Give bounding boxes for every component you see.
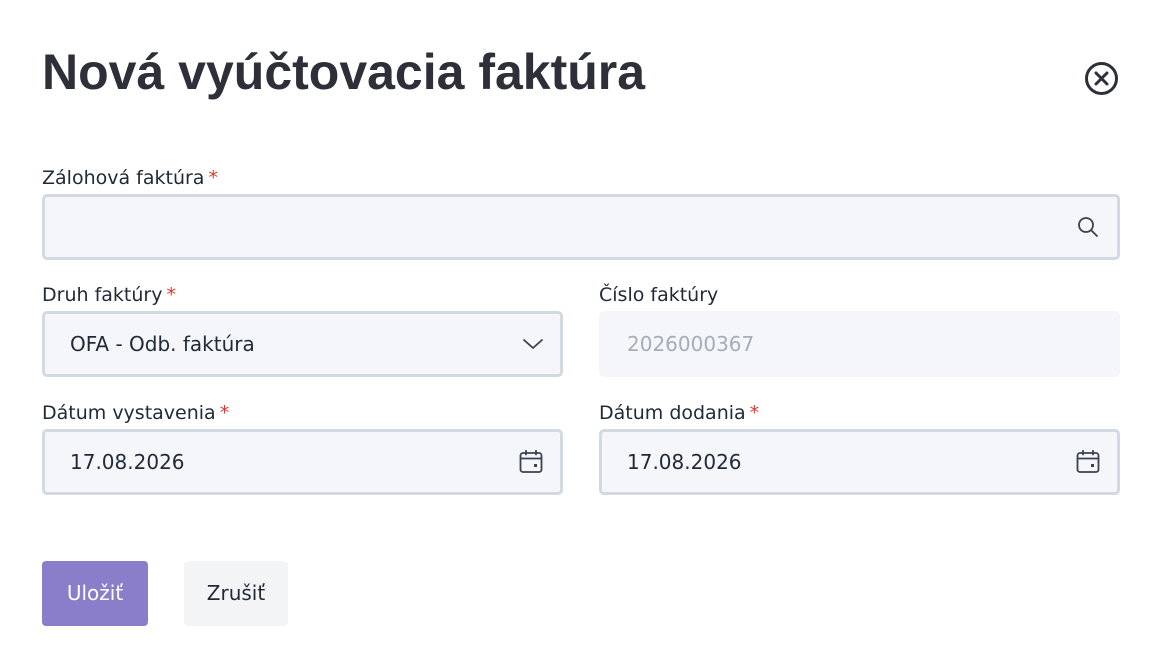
- delivery-date-label: Dátum dodania *: [599, 402, 759, 424]
- delivery-date-input[interactable]: 17.08.2026: [599, 429, 1120, 495]
- save-button[interactable]: Uložiť: [42, 561, 148, 626]
- invoice-type-label: Druh faktúry *: [42, 284, 176, 306]
- delivery-date-label-text: Dátum dodania: [599, 402, 746, 424]
- advance-invoice-label-text: Zálohová faktúra: [42, 167, 205, 189]
- required-mark: *: [749, 402, 760, 424]
- delivery-date-value: 17.08.2026: [627, 450, 742, 474]
- issue-date-input[interactable]: 17.08.2026: [42, 429, 563, 495]
- invoice-number-value: 2026000367: [627, 332, 755, 356]
- invoice-dialog: Nová vyúčtovacia faktúra Zálohová faktúr…: [0, 0, 1159, 670]
- search-icon[interactable]: [1074, 197, 1102, 257]
- advance-invoice-search-input[interactable]: [42, 194, 1120, 260]
- invoice-number-field: 2026000367: [599, 311, 1120, 377]
- required-mark: *: [166, 284, 176, 306]
- calendar-icon[interactable]: [517, 432, 545, 492]
- issue-date-value: 17.08.2026: [70, 450, 185, 474]
- advance-invoice-label: Zálohová faktúra *: [42, 167, 218, 189]
- invoice-type-select[interactable]: OFA - Odb. faktúra: [42, 311, 563, 377]
- required-mark: *: [219, 402, 230, 424]
- invoice-type-label-text: Druh faktúry: [42, 284, 163, 306]
- issue-date-label-text: Dátum vystavenia: [42, 402, 216, 424]
- invoice-type-value: OFA - Odb. faktúra: [70, 332, 255, 356]
- calendar-icon[interactable]: [1074, 432, 1102, 492]
- required-mark: *: [208, 167, 218, 189]
- invoice-number-label: Číslo faktúry: [599, 284, 718, 306]
- issue-date-label: Dátum vystavenia *: [42, 402, 229, 424]
- cancel-button[interactable]: Zrušiť: [184, 561, 288, 626]
- close-button[interactable]: [1084, 61, 1119, 96]
- close-circle-icon: [1085, 62, 1118, 95]
- dialog-title: Nová vyúčtovacia faktúra: [42, 44, 646, 100]
- invoice-number-label-text: Číslo faktúry: [599, 284, 719, 306]
- chevron-down-icon: [519, 314, 547, 374]
